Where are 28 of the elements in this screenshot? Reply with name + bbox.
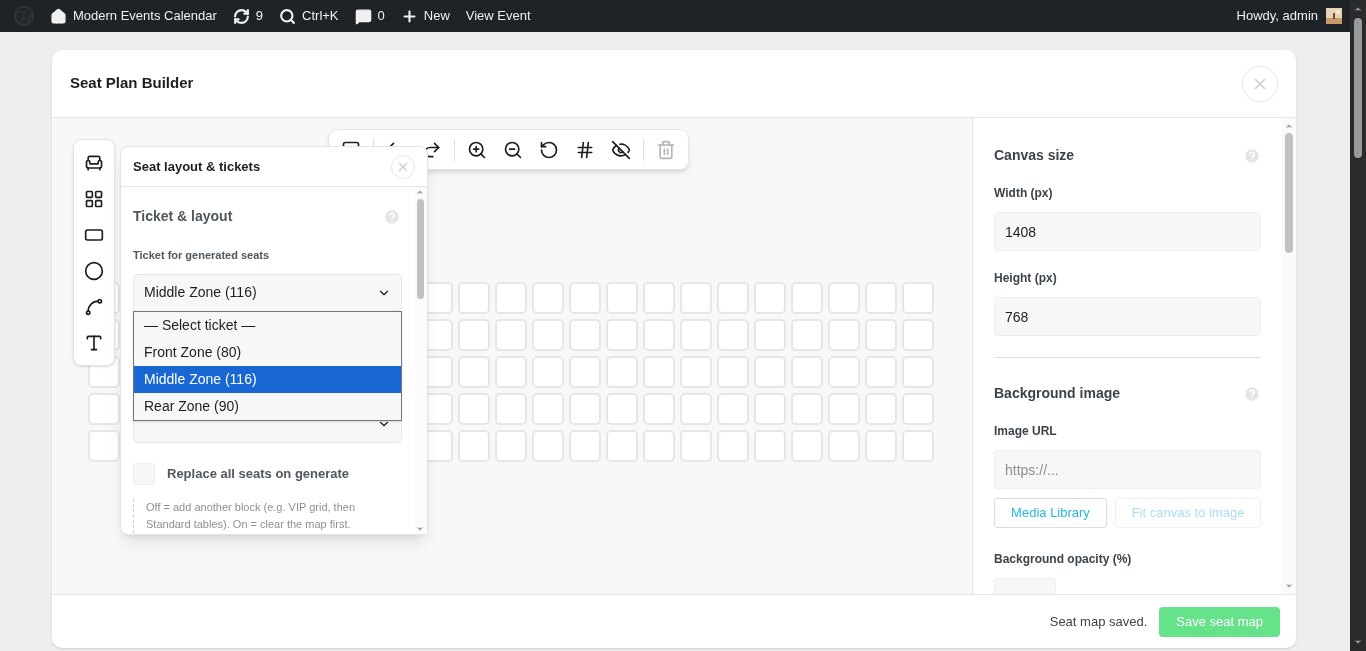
dropdown-option[interactable]: Rear Zone (90) — [134, 393, 401, 420]
field-label: Background opacity (%) — [994, 551, 1133, 568]
checkbox-row[interactable]: Replace all seats on generate — [133, 462, 401, 485]
text-field[interactable]: https://... — [994, 450, 1261, 489]
admin-bar-item[interactable]: Ctrl+K — [271, 0, 347, 32]
dropdown-option[interactable]: — Select ticket — — [134, 312, 401, 339]
admin-bar-item[interactable]: New — [392, 0, 458, 32]
ticket-select[interactable]: Middle Zone (116) — [133, 273, 402, 312]
section-title: Ticket & layout — [133, 207, 233, 226]
hint-text: Off = add another block (e.g. VIP grid, then Standard tables). On = clear the map first. — [133, 498, 401, 533]
modal-title: Seat Plan Builder — [70, 73, 194, 94]
field-label: Ticket for generated seats — [133, 248, 271, 263]
section-title: Background image — [994, 384, 1121, 403]
dropdown-option[interactable]: Middle Zone (116) — [134, 366, 401, 393]
account-menu[interactable]: Howdy, admin — [1236, 0, 1342, 32]
text-field[interactable]: 768 — [994, 297, 1261, 336]
status-text: Seat map saved. — [1049, 612, 1148, 631]
admin-bar-item[interactable]: 0 — [346, 0, 393, 32]
field-label: Width (px) — [994, 185, 1054, 202]
admin-bar-item[interactable]: View Event — [457, 0, 539, 32]
admin-bar-item[interactable]: 9 — [224, 0, 272, 32]
admin-bar-item[interactable]: Modern Events Calendar — [42, 0, 225, 32]
section-title: Canvas size — [994, 146, 1075, 165]
field-label: Height (px) — [994, 270, 1058, 287]
text-field[interactable]: 1408 — [994, 212, 1261, 251]
dropdown-option[interactable]: Front Zone (80) — [134, 339, 401, 366]
panel-title: Seat layout & tickets — [133, 157, 261, 176]
field-label: Image URL — [994, 423, 1058, 440]
